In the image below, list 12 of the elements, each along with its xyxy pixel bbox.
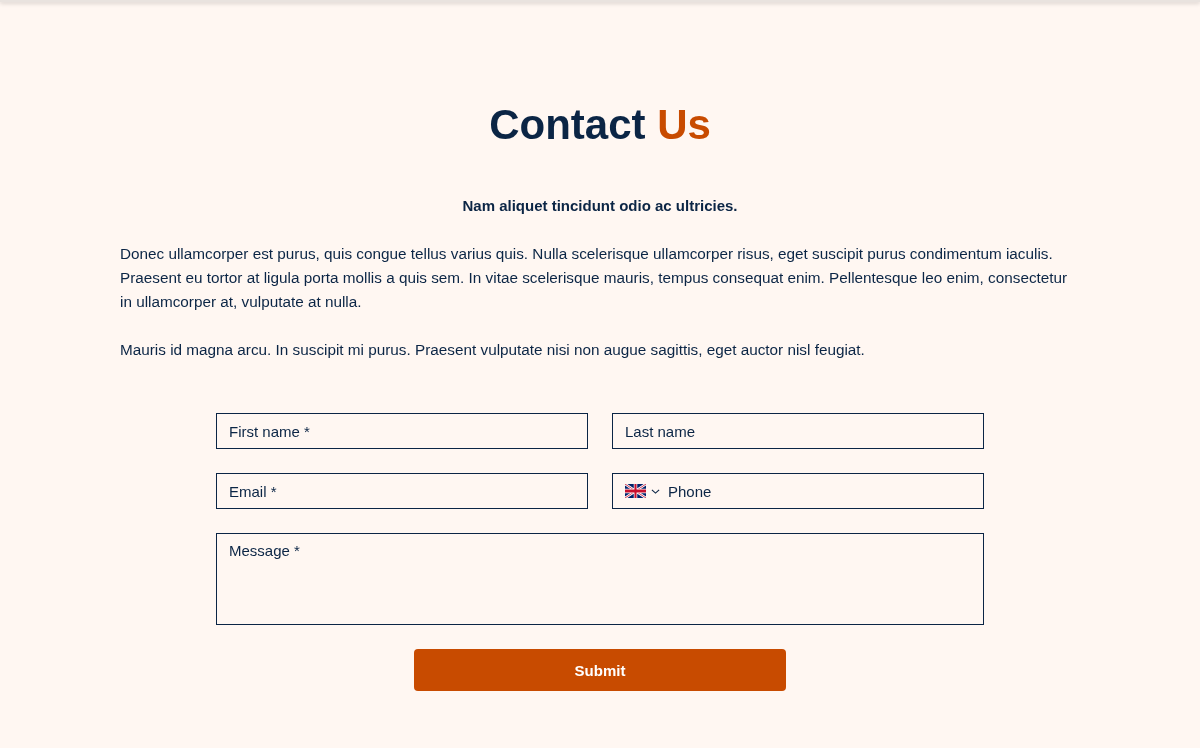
text-input-field[interactable]: Last name [612, 413, 984, 449]
text-input-field[interactable]: Email * [216, 473, 588, 509]
caret-icon[interactable] [651, 488, 660, 494]
flag-icon[interactable] [625, 484, 646, 498]
body-paragraph: Mauris id magna arcu. In suscipit mi purus. Praesent vulputate nisi non augue sagittis, eget auctor nisl feugiat. [120, 340, 866, 360]
body-paragraph: Donec ullamcorper est purus, quis congue tellus varius quis. Nulla scelerisque ullamcorper risus, eget suscipit purus condimentum iaculis. Praesent eu tortor at ligula porta mollis a quis sem. In vitae scelerisque mauris, tempus consequat enim. Pellentesque leo enim, consectetur in ullamcorper at, vulputate at nulla. [120, 244, 1069, 312]
page-title: Contact Us [489, 100, 711, 150]
submit-button[interactable]: Submit [414, 649, 786, 691]
text-input-field[interactable]: First name * [216, 413, 588, 449]
message-field[interactable]: Message * [216, 533, 984, 625]
phone-input-field[interactable]: Phone [612, 473, 984, 509]
lead-text: Nam aliquet tincidunt odio ac ultricies. [462, 196, 738, 216]
